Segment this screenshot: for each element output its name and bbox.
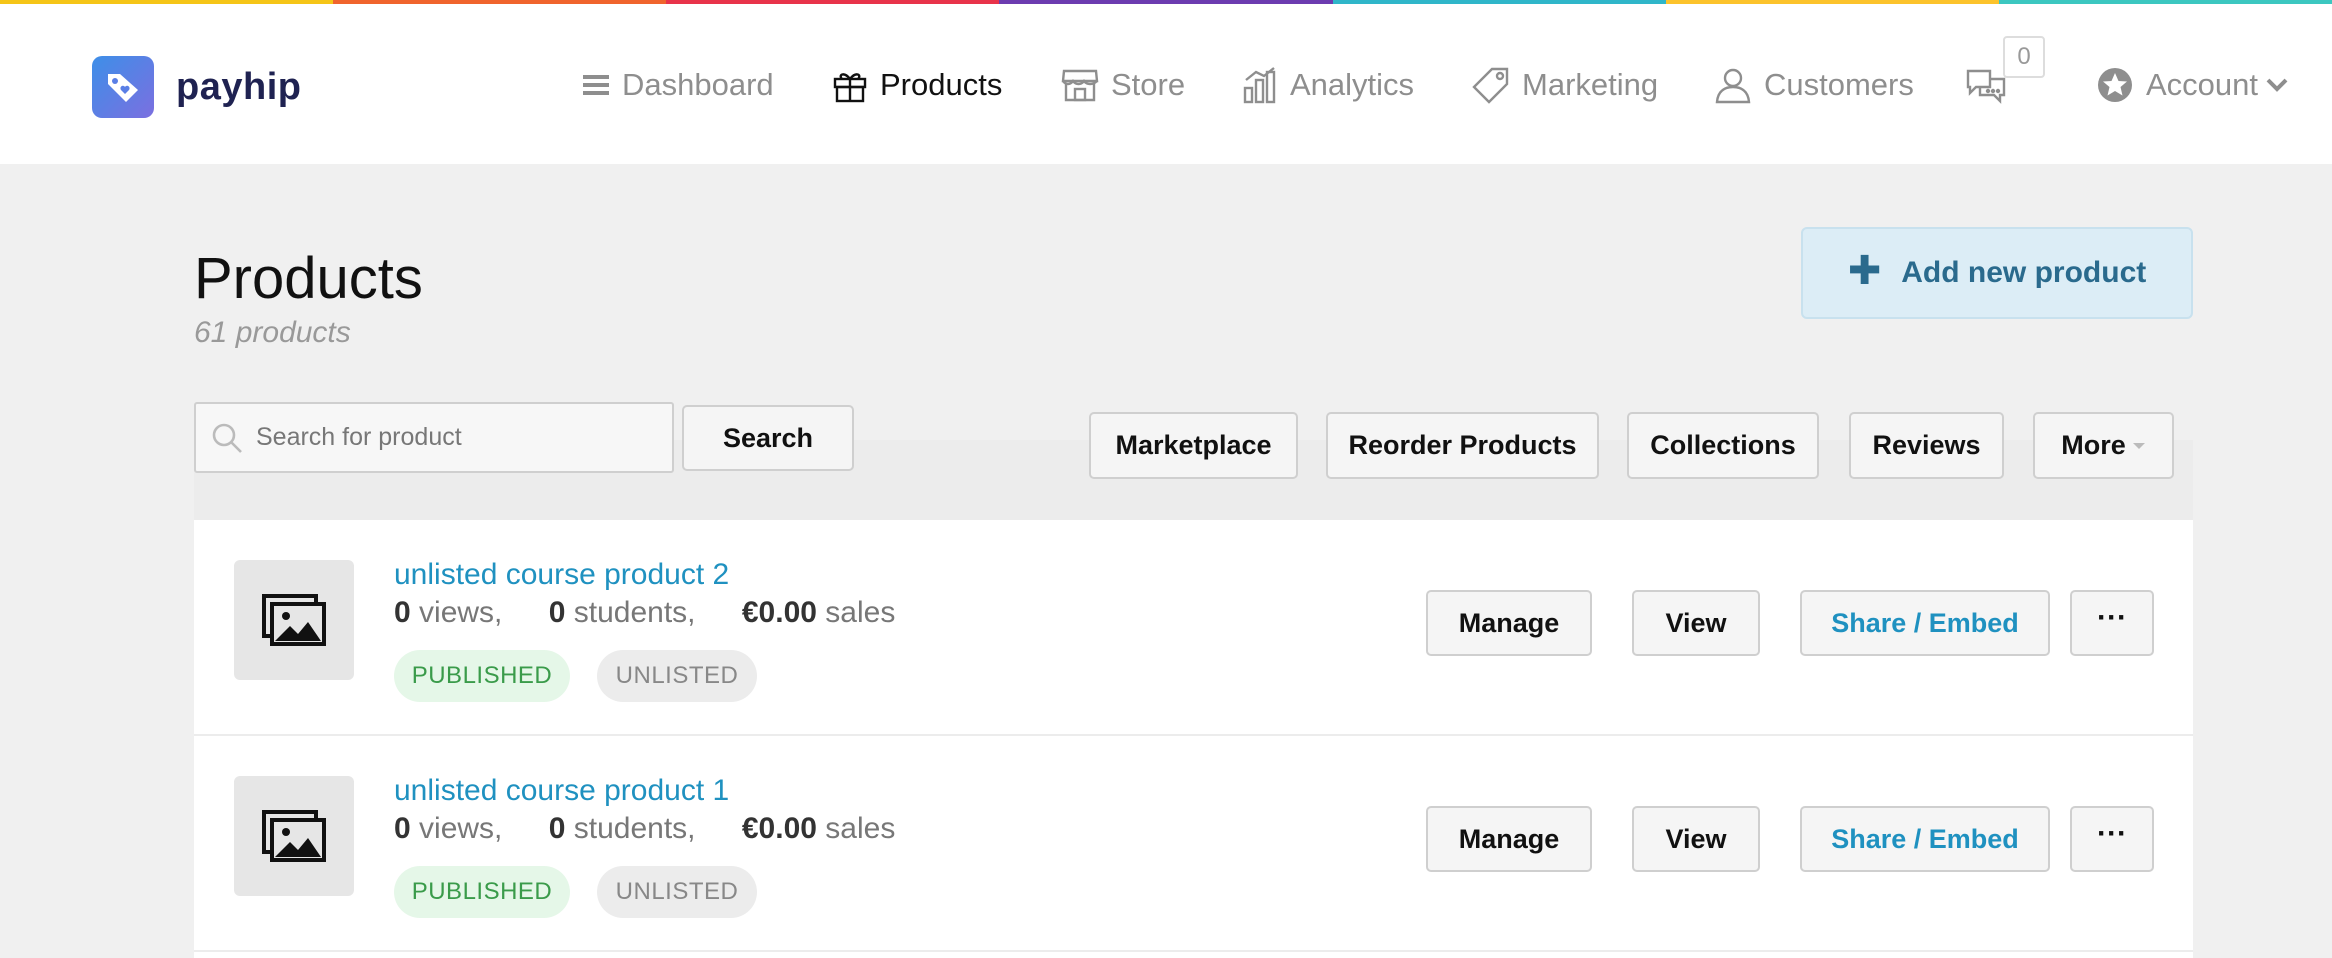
product-title-link[interactable]: unlisted course product 2 [394,558,729,592]
views-count: 0 [394,812,411,845]
share-embed-button[interactable]: Share / Embed [1800,590,2050,656]
views-label: views, [419,812,503,845]
nav-label: Analytics [1290,67,1415,102]
nav-label: Products [880,67,1003,102]
more-options-button[interactable]: ··· [2070,590,2154,656]
nav-label: Customers [1764,67,1914,102]
visibility-badge-unlisted: UNLISTED [597,866,757,918]
students-label: students, [573,596,696,629]
nav-label: Marketing [1522,67,1659,102]
tag-icon [1472,67,1509,104]
add-new-product-label: Add new product [1901,256,2147,289]
sales-amount: €0.00 [741,596,817,629]
nav-label: Store [1111,67,1186,102]
search-icon [212,423,242,453]
nav-label: Account [2146,67,2259,102]
manage-button[interactable]: Manage [1426,806,1592,872]
students-count: 0 [548,596,566,629]
product-title-link[interactable]: unlisted course product 1 [394,774,729,808]
sales-label: sales [825,812,896,845]
status-badge-published: PUBLISHED [394,650,570,702]
add-new-product-button[interactable]: ✚ Add new product [1801,227,2193,319]
search-input[interactable] [256,423,656,452]
menu-icon [583,75,609,95]
product-thumbnail[interactable] [234,560,354,680]
top-header: payhip Dashboard Products Store Analytic… [0,4,2332,164]
view-button[interactable]: View [1632,806,1760,872]
search-button[interactable]: Search [682,405,854,471]
main-nav: Dashboard Products Store Analytics Marke… [0,4,2332,164]
view-button[interactable]: View [1632,590,1760,656]
nav-label: Dashboard [622,67,774,102]
more-label: More [2061,430,2126,460]
product-stats: 0 views, 0 students, €0.00 sales [394,812,895,846]
product-count: 61 products [194,316,351,349]
reviews-button[interactable]: Reviews [1849,412,2004,479]
caret-down-icon [2132,442,2145,449]
product-stats: 0 views, 0 students, €0.00 sales [394,596,895,630]
chevron-down-icon [2266,78,2288,92]
account-star-icon [2098,68,2132,102]
bar-chart-icon [1243,67,1276,104]
product-thumbnail[interactable] [234,776,354,896]
more-options-button[interactable]: ··· [2070,806,2154,872]
product-row: unlisted course product 2 0 views, 0 stu… [194,520,2193,736]
visibility-badge-unlisted: UNLISTED [597,650,757,702]
sales-amount: €0.00 [741,812,817,845]
nav-item-dashboard[interactable]: Dashboard [582,60,774,110]
views-count: 0 [394,596,411,629]
user-icon [1715,68,1751,104]
students-count: 0 [548,812,566,845]
collections-button[interactable]: Collections [1627,412,1819,479]
page-title: Products [194,246,423,311]
more-dropdown-button[interactable]: More [2033,412,2174,479]
nav-item-analytics[interactable]: Analytics [1242,60,1414,110]
ellipsis-icon: ··· [2097,817,2127,850]
status-badge-published: PUBLISHED [394,866,570,918]
nav-item-products[interactable]: Products [832,60,1002,110]
manage-button[interactable]: Manage [1426,590,1592,656]
students-label: students, [573,812,696,845]
product-row: unlisted course product 1 0 views, 0 stu… [194,736,2193,952]
nav-item-account[interactable]: Account [2096,60,2288,110]
share-embed-button[interactable]: Share / Embed [1800,806,2050,872]
image-placeholder-icon [262,594,326,646]
product-list: unlisted course product 2 0 views, 0 stu… [194,520,2193,958]
reorder-products-button[interactable]: Reorder Products [1326,412,1599,479]
chat-bubbles-icon [1966,69,2006,104]
store-icon [1061,69,1099,102]
views-label: views, [419,596,503,629]
plus-icon: ✚ [1847,249,1882,293]
gift-icon [833,73,867,103]
ellipsis-icon: ··· [2097,601,2127,634]
sales-label: sales [825,596,896,629]
image-placeholder-icon [262,810,326,862]
nav-item-customers[interactable]: Customers [1714,60,1914,110]
nav-item-marketing[interactable]: Marketing [1472,60,1658,110]
marketplace-button[interactable]: Marketplace [1089,412,1298,479]
nav-item-store[interactable]: Store [1061,60,1185,110]
messages-count-badge: 0 [2003,36,2045,78]
search-field[interactable] [194,402,674,473]
